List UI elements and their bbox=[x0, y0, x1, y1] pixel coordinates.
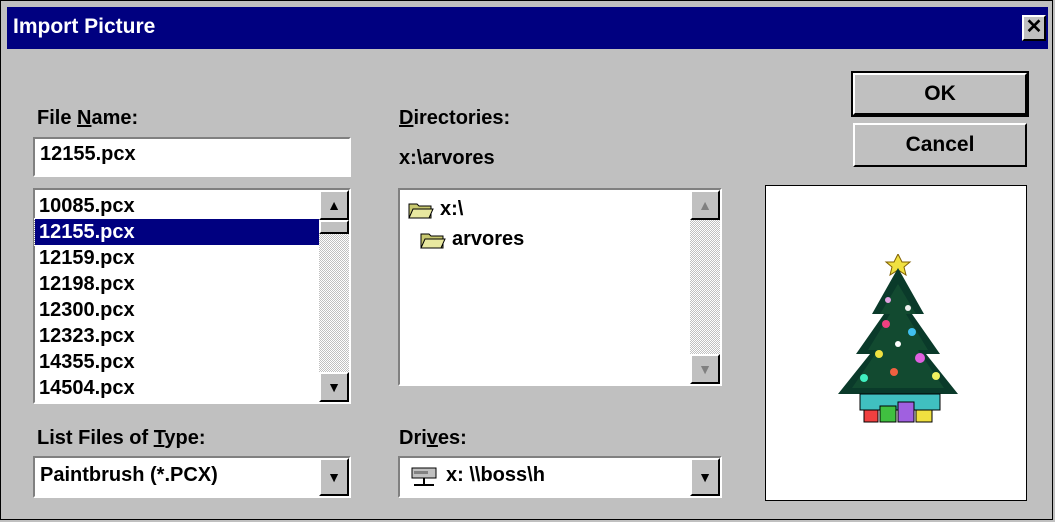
file-type-value: Paintbrush (*.PCX) bbox=[40, 464, 218, 486]
scroll-down-button[interactable]: ▼ bbox=[690, 354, 720, 384]
drives-value: x: \\boss\h bbox=[446, 464, 545, 486]
close-icon: ✕ bbox=[1025, 16, 1043, 38]
scroll-thumb[interactable] bbox=[319, 220, 349, 234]
drives-label: Drives: bbox=[399, 427, 467, 449]
file-type-select[interactable]: Paintbrush (*.PCX) ▼ bbox=[33, 456, 351, 498]
arrow-up-icon: ▲ bbox=[698, 197, 712, 213]
arrow-down-icon: ▼ bbox=[327, 379, 341, 395]
chevron-down-icon: ▼ bbox=[327, 469, 341, 485]
scroll-up-button[interactable]: ▲ bbox=[690, 190, 720, 220]
image-preview bbox=[765, 185, 1027, 501]
cancel-button[interactable]: Cancel bbox=[853, 123, 1027, 167]
file-list-scrollbar[interactable]: ▲ ▼ bbox=[319, 190, 349, 402]
file-list[interactable]: 10085.pcx 12155.pcx 12159.pcx 12198.pcx 1230… bbox=[33, 188, 351, 404]
file-list-item[interactable]: 12300.pcx bbox=[35, 297, 319, 323]
file-list-item[interactable]: 14504.pcx bbox=[35, 375, 319, 401]
file-type-label: List Files of Type: bbox=[37, 427, 206, 449]
drives-dropdown-button[interactable]: ▼ bbox=[690, 458, 720, 496]
file-name-label: File Name: bbox=[37, 107, 139, 129]
arrow-down-icon: ▼ bbox=[698, 361, 712, 377]
directories-label: Directories: bbox=[399, 107, 511, 129]
directory-list[interactable]: x:\ arvores ▲ ▼ bbox=[398, 188, 722, 386]
scroll-down-button[interactable]: ▼ bbox=[319, 372, 349, 402]
import-picture-dialog: Import Picture ✕ File Name: 12155.pcx 10… bbox=[0, 0, 1053, 520]
file-list-items: 10085.pcx 12155.pcx 12159.pcx 12198.pcx 1230… bbox=[34, 193, 320, 401]
file-list-item[interactable]: 12323.pcx bbox=[35, 323, 319, 349]
file-list-item[interactable]: 12159.pcx bbox=[35, 245, 319, 271]
close-button[interactable]: ✕ bbox=[1022, 15, 1046, 41]
drives-select[interactable]: x: \\boss\h ▼ bbox=[398, 456, 722, 498]
ok-button[interactable]: OK bbox=[851, 71, 1029, 117]
arrow-up-icon: ▲ bbox=[327, 197, 341, 213]
directory-list-scrollbar[interactable]: ▲ ▼ bbox=[690, 190, 720, 384]
file-list-item[interactable]: 10085.pcx bbox=[35, 193, 319, 219]
scroll-up-button[interactable]: ▲ bbox=[319, 190, 349, 220]
network-drive-icon bbox=[411, 467, 437, 486]
christmas-tree-image bbox=[838, 254, 958, 423]
window-title: Import Picture bbox=[13, 15, 156, 38]
folder-open-icon bbox=[408, 203, 434, 219]
directory-item-arvores[interactable]: arvores bbox=[420, 228, 524, 251]
file-type-dropdown-button[interactable]: ▼ bbox=[319, 458, 349, 496]
title-bar[interactable]: Import Picture ✕ bbox=[7, 7, 1048, 49]
current-path: x:\arvores bbox=[399, 147, 495, 169]
folder-open-icon bbox=[420, 233, 446, 249]
file-name-input[interactable]: 12155.pcx bbox=[33, 137, 351, 177]
file-list-item[interactable]: 14355.pcx bbox=[35, 349, 319, 375]
file-list-item[interactable]: 12155.pcx bbox=[34, 218, 320, 246]
file-list-item[interactable]: 12198.pcx bbox=[35, 271, 319, 297]
directory-item-root[interactable]: x:\ bbox=[408, 198, 463, 221]
chevron-down-icon: ▼ bbox=[698, 469, 712, 485]
